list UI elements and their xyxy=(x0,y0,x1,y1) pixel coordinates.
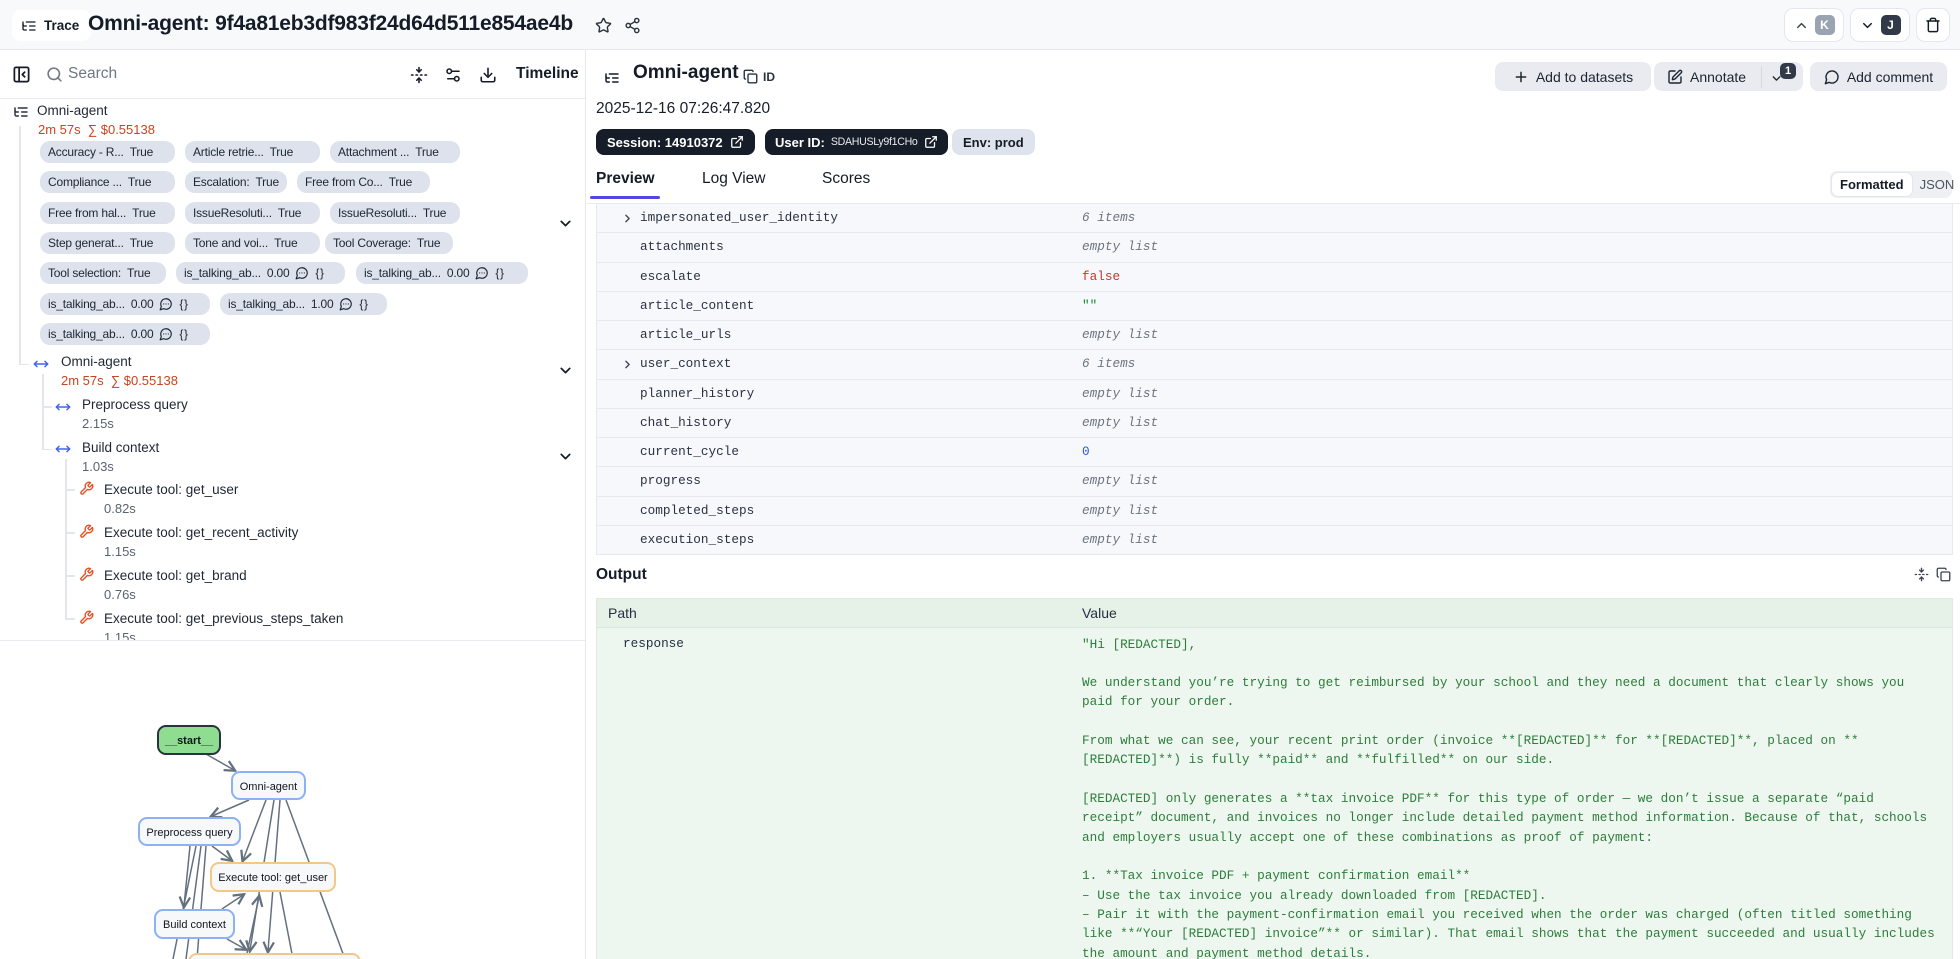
svg-text:__start__: __start__ xyxy=(164,735,214,747)
svg-text:Execute tool: get_user: Execute tool: get_user xyxy=(218,872,328,884)
svg-text:Omni-agent: Omni-agent xyxy=(240,781,297,793)
svg-text:Build context: Build context xyxy=(163,919,226,931)
svg-text:Preprocess query: Preprocess query xyxy=(146,827,233,839)
